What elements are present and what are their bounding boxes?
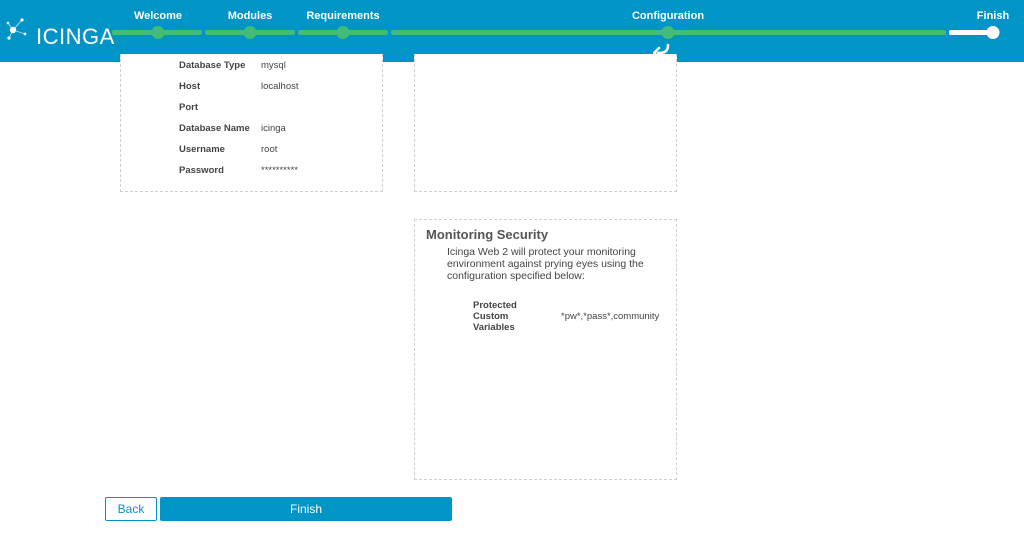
wizard-header: ICINGA Welcome Modules Requirements Conf… [0,0,1024,62]
icinga-logo: ICINGA [6,16,114,50]
step-welcome-dot[interactable] [151,26,165,39]
step-welcome-label: Welcome [133,10,183,22]
db-value: ********** [261,165,298,176]
monitoring-security-description: Icinga Web 2 will protect your monitorin… [447,246,644,282]
step-modules-dot[interactable] [243,26,257,39]
monitoring-security-title: Monitoring Security [426,227,549,242]
protected-custom-variables-label: Protected Custom Variables [473,300,517,333]
db-key: Username [179,144,225,155]
configuration-summary-panel [414,54,677,192]
db-key: Password [179,165,224,176]
db-key: Database Type [179,60,246,71]
database-summary-panel: Database Type mysql Host localhost Port … [120,54,383,192]
protected-custom-variables-value: *pw*,*pass*,community [561,311,660,322]
step-configuration-label: Configuration [631,10,705,22]
monitoring-security-panel: Monitoring Security Icinga Web 2 will pr… [414,219,677,480]
db-value: localhost [261,81,299,92]
step-configuration-dot[interactable] [661,26,675,39]
step-modules-label: Modules [227,10,273,22]
db-key: Database Name [179,123,250,134]
db-value: mysql [261,60,286,71]
step-requirements-label: Requirements [306,10,380,22]
step-finish-dot [986,26,1000,39]
step-finish-label: Finish [976,10,1010,22]
icinga-logo-icon [6,18,27,40]
logo-text: ICINGA [36,24,115,49]
db-key: Host [179,81,201,92]
db-value: icinga [261,123,286,134]
db-value: root [261,144,278,155]
finish-button[interactable]: Finish [160,497,452,521]
db-key: Port [179,102,198,113]
step-requirements-dot[interactable] [336,26,350,39]
back-button[interactable]: Back [105,497,157,521]
